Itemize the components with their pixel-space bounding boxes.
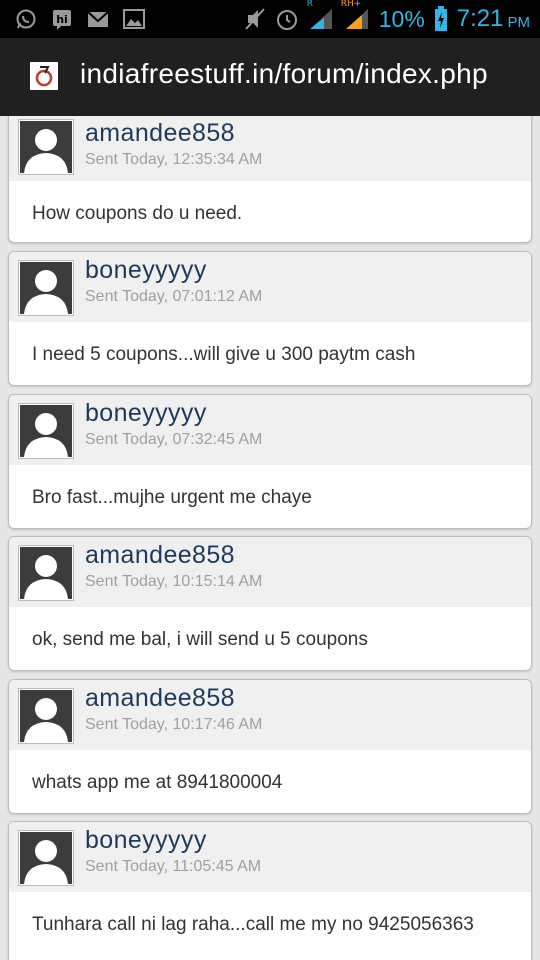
sent-time: Sent Today, 07:32:45 AM	[85, 431, 263, 448]
message-text: Tunhara call ni lag raha...call me my no…	[32, 914, 474, 935]
message-header: amandee858 Sent Today, 12:35:34 AM	[9, 116, 531, 181]
avatar[interactable]	[18, 830, 74, 886]
avatar[interactable]	[18, 403, 74, 459]
message-card: boneyyyyy Sent Today, 07:32:45 AM Bro fa…	[8, 394, 532, 529]
username[interactable]: amandee858	[85, 684, 235, 713]
roaming-label: R	[306, 0, 313, 9]
message-header: boneyyyyy Sent Today, 11:05:45 AM	[9, 822, 531, 892]
whatsapp-icon	[14, 7, 38, 31]
message-text: ok, send me bal, i will send u 5 coupons	[32, 629, 368, 650]
avatar[interactable]	[18, 119, 74, 175]
message-card: boneyyyyy Sent Today, 07:01:12 AM I need…	[8, 251, 532, 386]
battery-percent: 10%	[378, 5, 425, 32]
avatar[interactable]	[18, 688, 74, 744]
message-header: boneyyyyy Sent Today, 07:01:12 AM	[9, 252, 531, 322]
sent-time: Sent Today, 10:17:46 AM	[85, 716, 263, 733]
default-user-icon	[24, 555, 68, 599]
message-header: amandee858 Sent Today, 10:15:14 AM	[9, 537, 531, 607]
message-card: boneyyyyy Sent Today, 11:05:45 AM Tunhar…	[8, 821, 532, 960]
message-card: amandee858 Sent Today, 12:35:34 AM How c…	[8, 116, 532, 243]
browser-address-bar[interactable]: indiafreestuff.in/forum/index.php	[0, 38, 540, 116]
message-card: amandee858 Sent Today, 10:17:46 AM whats…	[8, 679, 532, 814]
default-user-icon	[24, 270, 68, 314]
sent-time: Sent Today, 10:15:14 AM	[85, 573, 263, 590]
default-user-icon	[24, 129, 68, 173]
status-bar: hi R RH+ 10% 7:21 PM	[0, 0, 540, 38]
signal-icon-2: RH+	[341, 0, 371, 31]
gmail-icon	[86, 7, 110, 31]
svg-text:hi: hi	[56, 13, 68, 26]
username[interactable]: amandee858	[85, 541, 235, 570]
message-text: How coupons do u need.	[32, 203, 243, 224]
message-card: amandee858 Sent Today, 10:15:14 AM ok, s…	[8, 536, 532, 671]
roaming-label-2: RH+	[340, 0, 362, 9]
url-text[interactable]: indiafreestuff.in/forum/index.php	[80, 58, 488, 90]
sent-time: Sent Today, 07:01:12 AM	[85, 288, 263, 305]
message-list[interactable]: amandee858 Sent Today, 12:35:34 AM How c…	[0, 116, 540, 960]
alarm-icon	[275, 7, 299, 31]
default-user-icon	[24, 840, 68, 884]
clock-ampm: PM	[507, 13, 531, 31]
battery-charging-icon	[433, 6, 449, 31]
avatar[interactable]	[18, 260, 74, 316]
username[interactable]: amandee858	[85, 119, 235, 148]
message-text: I need 5 coupons...will give u 300 paytm…	[32, 344, 416, 365]
sent-time: Sent Today, 11:05:45 AM	[85, 858, 262, 875]
message-header: amandee858 Sent Today, 10:17:46 AM	[9, 680, 531, 750]
default-user-icon	[24, 413, 68, 457]
url-fade	[500, 38, 540, 116]
sent-time: Sent Today, 12:35:34 AM	[85, 151, 263, 168]
username[interactable]: boneyyyyy	[85, 256, 207, 285]
default-user-icon	[24, 698, 68, 742]
signal-icon: R	[307, 0, 335, 31]
username[interactable]: boneyyyyy	[85, 399, 207, 428]
username[interactable]: boneyyyyy	[85, 826, 207, 855]
message-header: boneyyyyy Sent Today, 07:32:45 AM	[9, 395, 531, 465]
message-text: Bro fast...mujhe urgent me chaye	[32, 487, 312, 508]
avatar[interactable]	[18, 545, 74, 601]
mute-icon	[243, 7, 267, 31]
message-text: whats app me at 8941800004	[32, 772, 283, 793]
clock-time: 7:21	[456, 5, 504, 32]
site-favicon	[30, 62, 58, 90]
hike-icon: hi	[50, 7, 74, 31]
gallery-icon	[122, 7, 146, 31]
